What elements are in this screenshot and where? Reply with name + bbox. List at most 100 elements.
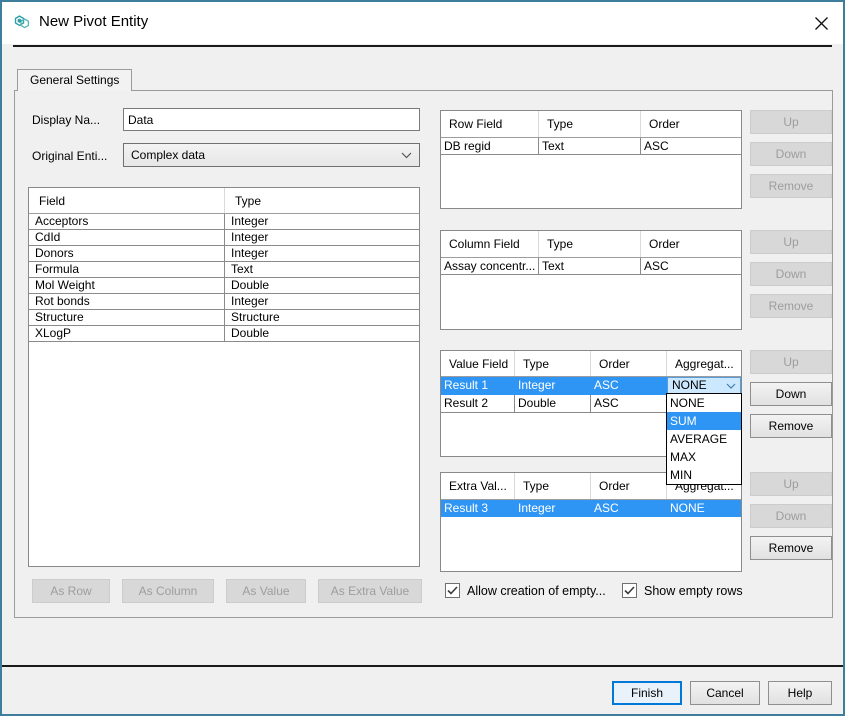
header-aggregation[interactable]: Aggregat... bbox=[667, 351, 741, 376]
cell: Structure bbox=[225, 310, 419, 326]
cell: Result 2 bbox=[441, 395, 515, 413]
as-value-button[interactable]: As Value bbox=[226, 579, 306, 603]
header-type[interactable]: Type bbox=[539, 231, 641, 257]
table-row[interactable]: CdIdInteger bbox=[29, 230, 419, 246]
table-row[interactable]: DB regid Text ASC bbox=[441, 138, 741, 155]
window-title: New Pivot Entity bbox=[39, 2, 148, 44]
column-field-remove-button[interactable]: Remove bbox=[750, 294, 832, 318]
original-entity-select[interactable]: Complex data bbox=[123, 143, 420, 167]
cell: Text bbox=[539, 138, 641, 155]
row-field-remove-button[interactable]: Remove bbox=[750, 174, 832, 198]
extra-value-down-button[interactable]: Down bbox=[750, 504, 832, 528]
cell: Formula bbox=[29, 262, 225, 278]
allow-empty-checkbox[interactable] bbox=[445, 583, 460, 598]
display-name-label: Display Na... bbox=[32, 113, 100, 127]
hexagon-cluster-icon bbox=[12, 12, 32, 32]
cell: ASC bbox=[591, 377, 667, 395]
display-name-input[interactable] bbox=[123, 108, 420, 131]
help-button[interactable]: Help bbox=[768, 681, 832, 705]
dropdown-option[interactable]: NONE bbox=[667, 394, 741, 412]
cell: ASC bbox=[641, 138, 741, 155]
cancel-button[interactable]: Cancel bbox=[690, 681, 760, 705]
extra-value-remove-button[interactable]: Remove bbox=[750, 536, 832, 560]
cell: Integer bbox=[515, 500, 591, 517]
header-type[interactable]: Type bbox=[515, 351, 591, 376]
cell: Result 1 bbox=[441, 377, 515, 395]
dropdown-option[interactable]: MAX bbox=[667, 448, 741, 466]
row-field-up-button[interactable]: Up bbox=[750, 110, 832, 134]
cell: DB regid bbox=[441, 138, 539, 155]
table-row[interactable]: StructureStructure bbox=[29, 310, 419, 326]
table-row[interactable]: DonorsInteger bbox=[29, 246, 419, 262]
cell: Integer bbox=[225, 230, 419, 246]
header-type[interactable]: Type bbox=[539, 111, 641, 137]
header-extra-value[interactable]: Extra Val... bbox=[441, 473, 515, 499]
cell: NONE bbox=[667, 500, 741, 517]
value-field-up-button[interactable]: Up bbox=[750, 350, 832, 374]
cell: Rot bonds bbox=[29, 294, 225, 310]
show-empty-rows-checkbox[interactable] bbox=[622, 583, 637, 598]
aggregation-select[interactable]: NONE bbox=[667, 377, 741, 394]
value-field-remove-button[interactable]: Remove bbox=[750, 414, 832, 438]
cell: Double bbox=[225, 326, 419, 342]
field-table: Field Type AcceptorsInteger CdIdInteger … bbox=[28, 187, 420, 567]
original-entity-value: Complex data bbox=[131, 148, 205, 162]
column-field-down-button[interactable]: Down bbox=[750, 262, 832, 286]
table-row[interactable]: FormulaText bbox=[29, 262, 419, 278]
table-row[interactable]: XLogPDouble bbox=[29, 326, 419, 342]
header-order[interactable]: Order bbox=[591, 351, 667, 376]
table-row[interactable]: Assay concentr... Text ASC bbox=[441, 258, 741, 275]
table-row[interactable]: AcceptorsInteger bbox=[29, 214, 419, 230]
new-pivot-entity-dialog: New Pivot Entity General Settings Displa… bbox=[0, 0, 845, 716]
header-order[interactable]: Order bbox=[591, 473, 667, 499]
cell: Text bbox=[225, 262, 419, 278]
as-column-button[interactable]: As Column bbox=[122, 579, 214, 603]
tab-general-settings[interactable]: General Settings bbox=[17, 69, 132, 91]
aggregation-dropdown-popup: NONE SUM AVERAGE MAX MIN bbox=[666, 393, 742, 485]
header-type[interactable]: Type bbox=[515, 473, 591, 499]
cell: Double bbox=[515, 395, 591, 413]
dropdown-option[interactable]: MIN bbox=[667, 466, 741, 484]
as-row-button[interactable]: As Row bbox=[32, 579, 110, 603]
value-field-down-button[interactable]: Down bbox=[750, 382, 832, 406]
header-column-field[interactable]: Column Field bbox=[441, 231, 539, 257]
row-field-table: Row Field Type Order DB regid Text ASC bbox=[440, 110, 742, 209]
close-icon bbox=[814, 16, 829, 31]
cell: Result 3 bbox=[441, 500, 515, 517]
cell: XLogP bbox=[29, 326, 225, 342]
extra-value-up-button[interactable]: Up bbox=[750, 472, 832, 496]
header-order[interactable]: Order bbox=[641, 111, 741, 137]
column-field-up-button[interactable]: Up bbox=[750, 230, 832, 254]
cell: Assay concentr... bbox=[441, 258, 539, 275]
cell: Text bbox=[539, 258, 641, 275]
table-row[interactable]: Mol WeightDouble bbox=[29, 278, 419, 294]
cell: Donors bbox=[29, 246, 225, 262]
header-order[interactable]: Order bbox=[641, 231, 741, 257]
row-field-down-button[interactable]: Down bbox=[750, 142, 832, 166]
as-extra-value-button[interactable]: As Extra Value bbox=[318, 579, 422, 603]
cell: Structure bbox=[29, 310, 225, 326]
show-empty-rows-label: Show empty rows bbox=[644, 584, 743, 598]
header-row-field[interactable]: Row Field bbox=[441, 111, 539, 137]
header-field[interactable]: Field bbox=[29, 188, 225, 213]
titlebar: New Pivot Entity bbox=[2, 2, 843, 44]
chevron-down-icon bbox=[726, 383, 736, 389]
header-value-field[interactable]: Value Field bbox=[441, 351, 515, 376]
allow-empty-label: Allow creation of empty... bbox=[467, 584, 606, 598]
dropdown-option[interactable]: AVERAGE bbox=[667, 430, 741, 448]
value-field-header: Value Field Type Order Aggregat... bbox=[441, 351, 741, 377]
original-entity-label: Original Enti... bbox=[32, 149, 107, 163]
table-row[interactable]: Rot bondsInteger bbox=[29, 294, 419, 310]
extra-value-table: Extra Val... Type Order Aggregat... Resu… bbox=[440, 472, 742, 572]
cell: Double bbox=[225, 278, 419, 294]
cell: ASC bbox=[591, 395, 667, 413]
header-type[interactable]: Type bbox=[225, 188, 419, 213]
table-row-selected[interactable]: Result 3 Integer ASC NONE bbox=[441, 500, 741, 517]
close-button[interactable] bbox=[811, 13, 831, 33]
checkmark-icon bbox=[624, 586, 635, 595]
dropdown-option-highlighted[interactable]: SUM bbox=[667, 412, 741, 430]
cell: ASC bbox=[641, 258, 741, 275]
checkmark-icon bbox=[447, 586, 458, 595]
cell: ASC bbox=[591, 500, 667, 517]
finish-button[interactable]: Finish bbox=[612, 681, 682, 705]
